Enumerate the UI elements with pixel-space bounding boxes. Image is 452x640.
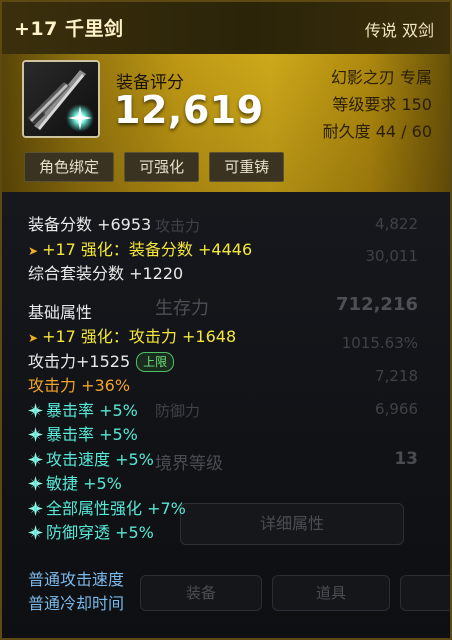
normal-attack-speed: 普通攻击速度 (28, 569, 125, 589)
item-type: 传说 双剑 (364, 21, 434, 40)
item-tooltip: +17 千里剑 传说 双剑 装备评分 12,619 幻影之刃 专属 等级要求 1… (0, 0, 452, 640)
bonus-line: 全部属性强化 +7% (28, 497, 252, 522)
set-score: 综合套装分数 +1220 (28, 264, 184, 283)
tag-reforgeable: 可重铸 (209, 152, 285, 182)
bonus-line: 攻击速度 +5% (28, 448, 252, 473)
score-base: 装备分数 +6953 (28, 215, 152, 234)
tooltip-header: +17 千里剑 传说 双剑 (2, 2, 450, 55)
sparkle-icon (28, 500, 43, 516)
sparkle-icon (28, 402, 43, 418)
sparkle-icon (28, 427, 43, 442)
bonus-text: 攻击速度 +5% (46, 449, 154, 469)
stats-list: 装备分数 +6953 ➤ +17 强化：装备分数 +4446 综合套装分数 +12… (28, 213, 252, 617)
bonus-line: 暴击率 +5% (28, 423, 252, 448)
sword-icon (24, 62, 98, 136)
enhance-attack-line: ➤ +17 强化：攻击力 +1648 (28, 325, 252, 350)
sparkle-icon (28, 476, 43, 491)
bonus-text: 暴击率 +5% (46, 400, 138, 420)
sparkle-icon (28, 451, 43, 467)
item-name: +17 千里剑 (14, 18, 124, 40)
item-icon[interactable] (22, 60, 100, 138)
enhance-attack-text: +17 强化：攻击力 +1648 (42, 327, 237, 346)
bonus-text: 防御穿透 +5% (46, 523, 154, 542)
attack-text: 攻击力+1525 (28, 351, 131, 371)
tag-character-bound: 角色绑定 (24, 152, 115, 182)
bonus-line: 暴击率 +5% (28, 399, 252, 424)
bonus-line: 敏捷 +5% (28, 472, 252, 497)
section-title: 基础属性 (28, 302, 93, 322)
score-value: 12,619 (114, 88, 264, 132)
cap-badge: 上限 (136, 351, 175, 372)
item-requirements: 幻影之刃 专属 等级要求 150 耐久度 44 / 60 (323, 64, 432, 145)
item-tags: 角色绑定 可强化 可重铸 (24, 152, 289, 182)
enhance-score-text: +17 强化：装备分数 +4446 (42, 239, 253, 259)
tag-enhanceable: 可强化 (124, 152, 200, 182)
attack-line: 攻击力+1525 上限 (28, 350, 252, 375)
arrow-icon: ➤ (28, 331, 39, 345)
sparkle-icon (28, 525, 43, 540)
normal-cooldown: 普通冷却时间 (28, 594, 125, 613)
item-source: 幻影之刃 专属 (330, 68, 432, 87)
bonus-text: 敏捷 +5% (46, 474, 122, 493)
bonus-line: 防御穿透 +5% (28, 521, 252, 546)
level-requirement: 等级要求 150 (332, 95, 432, 114)
arrow-icon: ➤ (28, 243, 39, 258)
bonus-text: 全部属性强化 +7% (46, 498, 186, 518)
enhance-score-line: ➤ +17 强化：装备分数 +4446 (28, 238, 252, 263)
durability: 耐久度 44 / 60 (322, 122, 432, 141)
attack-pct: 攻击力 +36% (28, 376, 131, 395)
bonus-text: 暴击率 +5% (46, 425, 138, 444)
